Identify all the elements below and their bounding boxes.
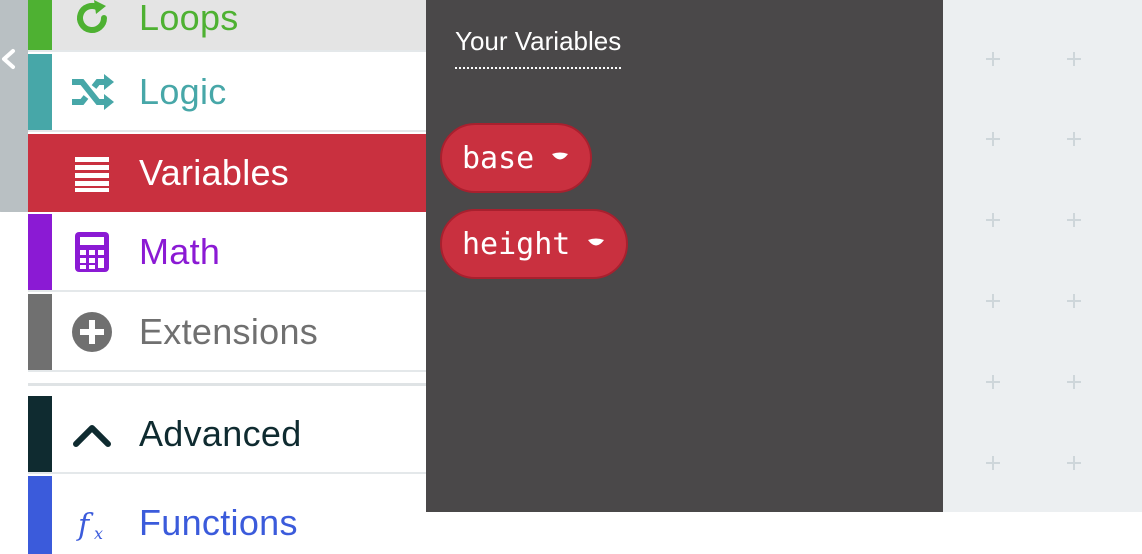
loop-icon [70,0,114,40]
grid-dot [986,132,1000,146]
category-label-math: Math [139,231,221,272]
variable-name: base [462,140,535,176]
grid-dot [986,52,1000,66]
category-advanced[interactable]: Advanced [28,396,426,474]
category-label-advanced: Advanced [139,413,302,454]
workspace-canvas[interactable] [943,0,1142,512]
category-color-strip [28,0,52,50]
category-variables[interactable]: Variables [28,134,426,212]
category-color-strip [28,54,52,130]
variable-block-height[interactable]: height [440,209,629,279]
grid-dot [1067,375,1081,389]
toolbox-separator [28,383,426,386]
category-label-variables: Variables [139,152,290,193]
category-extensions[interactable]: Extensions [28,294,426,372]
category-label-logic: Logic [139,71,227,112]
grid-dot [986,375,1000,389]
grid-dot [1067,213,1081,227]
variable-name: height [462,226,571,262]
variable-block-base[interactable]: base [440,123,593,193]
flyout-title: Your Variables [455,26,622,69]
function-icon: f x [70,501,114,545]
chevron-up-icon [70,412,114,456]
grid-dot [1067,132,1081,146]
grid-dot [1067,456,1081,470]
plus-circle-icon [70,310,114,354]
list-icon [70,151,114,195]
chevron-left-icon [2,49,15,69]
category-color-strip [28,214,52,290]
category-color-strip [28,294,52,370]
category-color-strip [28,134,52,212]
category-loops[interactable]: Loops [28,0,426,52]
category-logic[interactable]: Logic [28,54,426,132]
grid-dot [986,213,1000,227]
dropdown-caret-icon[interactable] [550,151,570,165]
category-functions[interactable]: f x Functions [28,476,426,554]
grid-dot [1067,294,1081,308]
category-label-functions: Functions [139,501,298,543]
svg-text:f: f [76,508,94,543]
variables-flyout: Your Variables base height [426,0,943,512]
grid-dot [986,456,1000,470]
category-color-strip [28,396,52,472]
toolbox: Loops Logic Variables Math Extensions Ad… [28,0,426,554]
category-label-loops: Loops [139,0,239,39]
svg-text:x: x [94,524,103,543]
category-math[interactable]: Math [28,214,426,292]
category-label-extensions: Extensions [139,311,319,352]
shuffle-icon [70,70,114,114]
calculator-icon [70,230,114,274]
dropdown-caret-icon[interactable] [586,237,606,251]
grid-dot [1067,52,1081,66]
category-color-strip [28,476,52,554]
toolbox-collapse-handle[interactable] [0,0,28,212]
grid-dot [986,294,1000,308]
